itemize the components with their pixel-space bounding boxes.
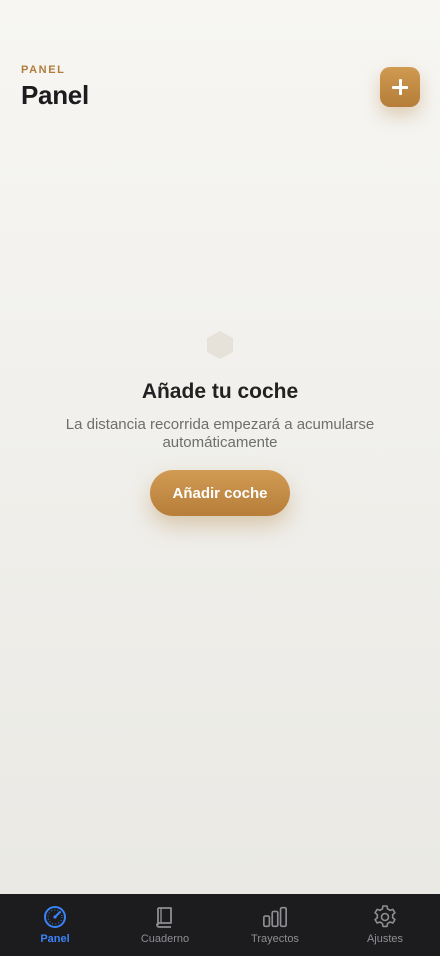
tab-label: Cuaderno xyxy=(140,933,190,945)
tab-label: Ajustes xyxy=(366,933,404,945)
tab-panel[interactable]: Panel xyxy=(0,894,110,956)
hexagon-icon xyxy=(207,331,233,359)
tab-ajustes[interactable]: Ajustes xyxy=(330,894,440,956)
tab-label: Trayectos xyxy=(251,933,299,945)
gauge-icon xyxy=(44,906,66,928)
tab-cuaderno[interactable]: Cuaderno xyxy=(110,894,220,956)
empty-state: Añade tu coche La distancia recorrida em… xyxy=(0,330,440,516)
empty-state-title: Añade tu coche xyxy=(141,380,299,403)
tab-label: Panel xyxy=(40,933,70,945)
empty-state-description: La distancia recorrida empezará a acumul… xyxy=(65,416,375,451)
plus-icon xyxy=(392,79,408,95)
page-header: PANEL Panel xyxy=(21,64,89,111)
add-car-button[interactable]: Añadir coche xyxy=(150,470,290,516)
page-eyebrow: PANEL xyxy=(21,64,66,76)
tab-trayectos[interactable]: Trayectos xyxy=(220,894,330,956)
book-icon xyxy=(156,907,172,928)
add-button[interactable] xyxy=(380,67,420,107)
page-title: Panel xyxy=(21,80,89,110)
gear-icon xyxy=(374,905,396,928)
tab-bar: Panel Cuaderno Trayectos Ajustes xyxy=(0,894,440,956)
bars-icon xyxy=(263,906,287,928)
